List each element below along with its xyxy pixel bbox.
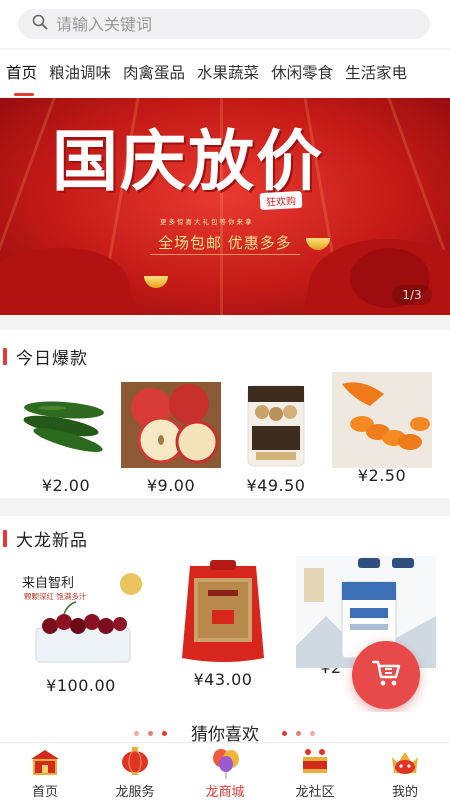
- app: 首页 粮油调味 肉禽蛋品 水果蔬菜 休闲零食 生活家电 国庆放价 狂欢购 更多惊…: [0, 0, 450, 800]
- banner-stamp: 狂欢购: [259, 190, 303, 211]
- product-price: ¥9.00: [146, 476, 196, 495]
- product-price: ¥49.50: [246, 476, 306, 495]
- gold-ingot-icon: [144, 276, 168, 288]
- search-bar: [0, 0, 450, 48]
- tab-meat-eggs[interactable]: 肉禽蛋品: [117, 50, 191, 98]
- gold-ingot-icon: [306, 238, 330, 250]
- banner-subtitle-small: 更多惊喜大礼包等你来拿: [160, 218, 254, 226]
- product-card[interactable]: 来自智利 颗颗深红 饱满多汁 ¥100.00: [16, 566, 146, 695]
- product-price: ¥43.00: [193, 670, 253, 689]
- nav-profile[interactable]: 我的: [360, 743, 450, 800]
- nav-label: 我的: [391, 785, 418, 800]
- banner-subtitle: 全场包邮 优惠多多: [158, 234, 292, 252]
- cart-button[interactable]: [352, 641, 420, 709]
- balloons-icon: [209, 747, 241, 779]
- nav-mall[interactable]: 龙商城: [180, 743, 270, 800]
- cart-icon: [371, 659, 401, 691]
- section-accent-bar: [3, 347, 7, 365]
- drum-icon: [299, 747, 331, 777]
- carrot-image: [332, 372, 432, 468]
- nav-label: 龙社区: [295, 785, 335, 800]
- section-hot-deals: 今日爆款 ¥2.00 ¥9.00 ¥49.50 ¥2.50: [0, 330, 450, 498]
- nav-service[interactable]: 龙服务: [90, 743, 180, 800]
- product-price: ¥2.00: [41, 476, 91, 495]
- search-input[interactable]: [56, 14, 396, 34]
- product-card[interactable]: ¥9.00: [121, 382, 221, 495]
- rice-bag-image: [168, 560, 278, 668]
- section-title: 今日爆款: [16, 348, 88, 369]
- lantern-icon: [119, 747, 151, 777]
- coconut-snacks-image: [226, 382, 326, 468]
- search-icon: [32, 14, 48, 34]
- tab-appliances[interactable]: 生活家电: [339, 50, 413, 98]
- product-price: ¥2.50: [357, 466, 407, 485]
- cherries-image: 来自智利 颗颗深红 饱满多汁: [16, 566, 146, 666]
- section-header: 今日爆款: [0, 340, 88, 372]
- tab-fruit-veg[interactable]: 水果蔬菜: [191, 50, 265, 98]
- home-icon: [29, 747, 61, 777]
- tab-snacks[interactable]: 休闲零食: [265, 50, 339, 98]
- banner-page-indicator: 1/3: [392, 285, 432, 305]
- banner-title: 国庆放价: [52, 122, 324, 200]
- section-header: 大龙新品: [0, 522, 88, 554]
- category-tabs: 首页 粮油调味 肉禽蛋品 水果蔬菜 休闲零食 生活家电: [0, 50, 450, 98]
- section-accent-bar: [3, 529, 7, 547]
- product-card[interactable]: ¥43.00: [168, 560, 278, 689]
- section-title: 大龙新品: [16, 530, 88, 551]
- promo-banner[interactable]: 国庆放价 狂欢购 更多惊喜大礼包等你来拿 全场包邮 优惠多多 1/3: [0, 98, 450, 315]
- nav-label: 龙商城: [205, 785, 245, 800]
- tab-home[interactable]: 首页: [0, 50, 43, 98]
- crown-icon: [389, 747, 421, 777]
- product-card[interactable]: ¥49.50: [226, 382, 326, 495]
- nav-home[interactable]: 首页: [0, 743, 90, 800]
- bottom-nav: 首页 龙服务 龙商城 龙社区 我的: [0, 742, 450, 800]
- nav-label: 首页: [31, 785, 58, 800]
- tab-grain-oil[interactable]: 粮油调味: [43, 50, 117, 98]
- nav-community[interactable]: 龙社区: [270, 743, 360, 800]
- product-card[interactable]: ¥2.00: [16, 382, 116, 495]
- cucumber-image: [16, 382, 116, 468]
- ribbon-left-decoration: [0, 234, 137, 315]
- apple-image: [121, 382, 221, 468]
- search-box[interactable]: [18, 9, 430, 39]
- product-card[interactable]: ¥2.50: [332, 372, 432, 485]
- product-price: ¥100.00: [46, 676, 116, 695]
- nav-label: 龙服务: [115, 785, 155, 800]
